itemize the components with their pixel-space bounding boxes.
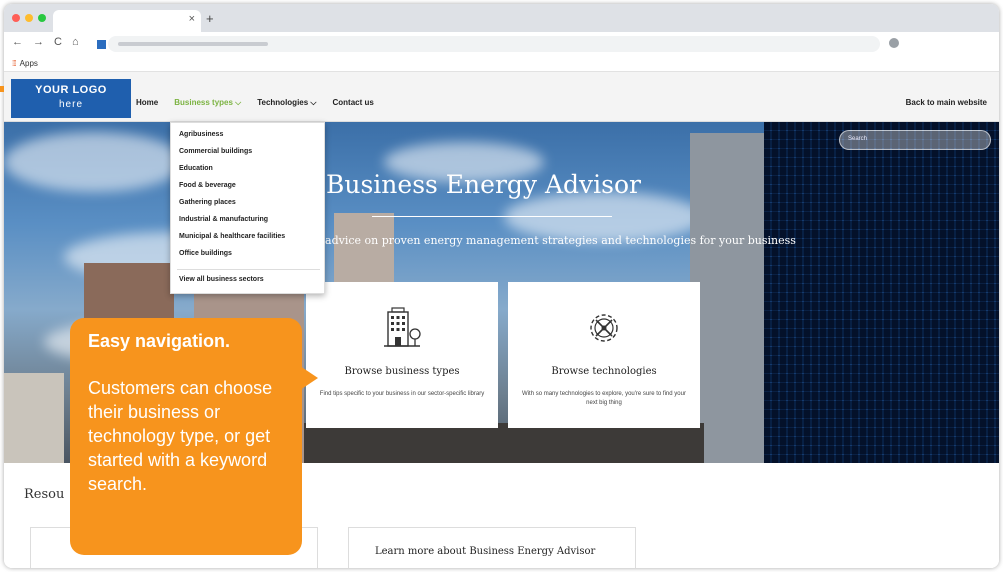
callout-pointer — [300, 366, 318, 390]
site-favicon — [97, 40, 106, 49]
callout-body: Customers can choose their business or t… — [88, 378, 273, 494]
browse-business-types-card[interactable]: Browse business types Find tips specific… — [306, 282, 498, 428]
learn-more-card[interactable]: Learn more about Business Energy Advisor — [348, 527, 636, 568]
logo-line1: YOUR LOGO — [35, 84, 107, 96]
forward-arrow-icon[interactable]: → — [33, 36, 44, 48]
site-header: YOUR LOGO here Home Business types ⌵ Tec… — [4, 72, 999, 122]
annotation-callout: Easy navigation. Customers can choose th… — [70, 318, 302, 555]
bookmarks-bar: ⁞⁞⁞ Apps — [4, 56, 999, 72]
gears-tools-icon — [590, 314, 618, 342]
card-description: Find tips specific to your business in o… — [319, 391, 485, 397]
browser-toolbar: ← → C ⌂ — [4, 32, 999, 56]
apps-label: Apps — [19, 59, 38, 68]
callout-heading: Easy navigation. — [88, 331, 231, 351]
back-arrow-icon[interactable]: ← — [12, 36, 23, 48]
business-types-dropdown: Agribusiness Commercial buildings Educat… — [170, 122, 325, 294]
back-to-main-link[interactable]: Back to main website — [906, 98, 987, 107]
home-icon[interactable]: ⌂ — [72, 36, 79, 48]
new-tab-button[interactable]: + — [206, 11, 214, 26]
search-placeholder: Search — [848, 136, 868, 142]
building — [4, 373, 64, 463]
dropdown-view-all-link[interactable]: View all business sectors — [179, 276, 264, 283]
dropdown-item-food-beverage[interactable]: Food & beverage — [179, 182, 236, 189]
dropdown-divider — [177, 269, 320, 270]
dropdown-item-municipal-healthcare[interactable]: Municipal & healthcare facilities — [179, 233, 285, 240]
browser-tab[interactable]: × — [53, 10, 201, 32]
minimize-window-button[interactable] — [25, 14, 33, 22]
card-title: Browse business types — [344, 366, 460, 377]
dropdown-item-commercial-buildings[interactable]: Commercial buildings — [179, 148, 252, 155]
address-bar[interactable] — [108, 36, 880, 52]
apps-grid-icon: ⁞⁞⁞ — [12, 59, 17, 68]
tab-close-icon[interactable]: × — [189, 13, 195, 25]
site-logo[interactable]: YOUR LOGO here — [11, 79, 131, 118]
blurred-url — [118, 42, 268, 46]
hero-subtitle: e advice on proven energy management str… — [315, 234, 796, 247]
logo-line2: here — [58, 99, 83, 110]
cloud — [4, 132, 184, 192]
street-level — [304, 423, 704, 463]
building — [690, 133, 766, 463]
maximize-window-button[interactable] — [38, 14, 46, 22]
hero-divider — [372, 216, 612, 217]
dropdown-item-agribusiness[interactable]: Agribusiness — [179, 131, 223, 138]
dropdown-item-office-buildings[interactable]: Office buildings — [179, 250, 232, 257]
nav-technologies[interactable]: Technologies ⌵ — [257, 98, 316, 108]
apps-bookmark[interactable]: ⁞⁞⁞ Apps — [12, 59, 38, 68]
learn-more-title: Learn more about Business Energy Advisor — [375, 546, 596, 557]
nav-home[interactable]: Home — [136, 98, 158, 108]
browse-technologies-card[interactable]: Browse technologies With so many technol… — [508, 282, 700, 428]
card-description: With so many technologies to explore, yo… — [522, 391, 686, 406]
main-nav: Home Business types ⌵ Technologies ⌵ Con… — [136, 98, 390, 108]
dropdown-item-gathering-places[interactable]: Gathering places — [179, 199, 236, 206]
reload-icon[interactable]: C — [54, 36, 62, 48]
close-window-button[interactable] — [12, 14, 20, 22]
nav-business-types[interactable]: Business types ⌵ — [174, 98, 241, 108]
nav-buttons: ← → C ⌂ — [12, 36, 79, 48]
glass-tower — [764, 122, 999, 463]
dropdown-item-industrial-manufacturing[interactable]: Industrial & manufacturing — [179, 216, 268, 223]
resources-heading: Resou — [24, 487, 65, 502]
extension-icon[interactable] — [889, 38, 899, 48]
annotation-marker — [0, 86, 4, 92]
search-input[interactable]: Search — [839, 130, 991, 150]
dropdown-item-education[interactable]: Education — [179, 165, 213, 172]
hero-title: Business Energy Advisor — [326, 170, 641, 199]
window-controls — [12, 14, 46, 22]
tab-bar: × + — [4, 4, 999, 32]
building-icon — [384, 307, 421, 347]
nav-contact-us[interactable]: Contact us — [332, 98, 373, 108]
card-title: Browse technologies — [551, 366, 657, 377]
